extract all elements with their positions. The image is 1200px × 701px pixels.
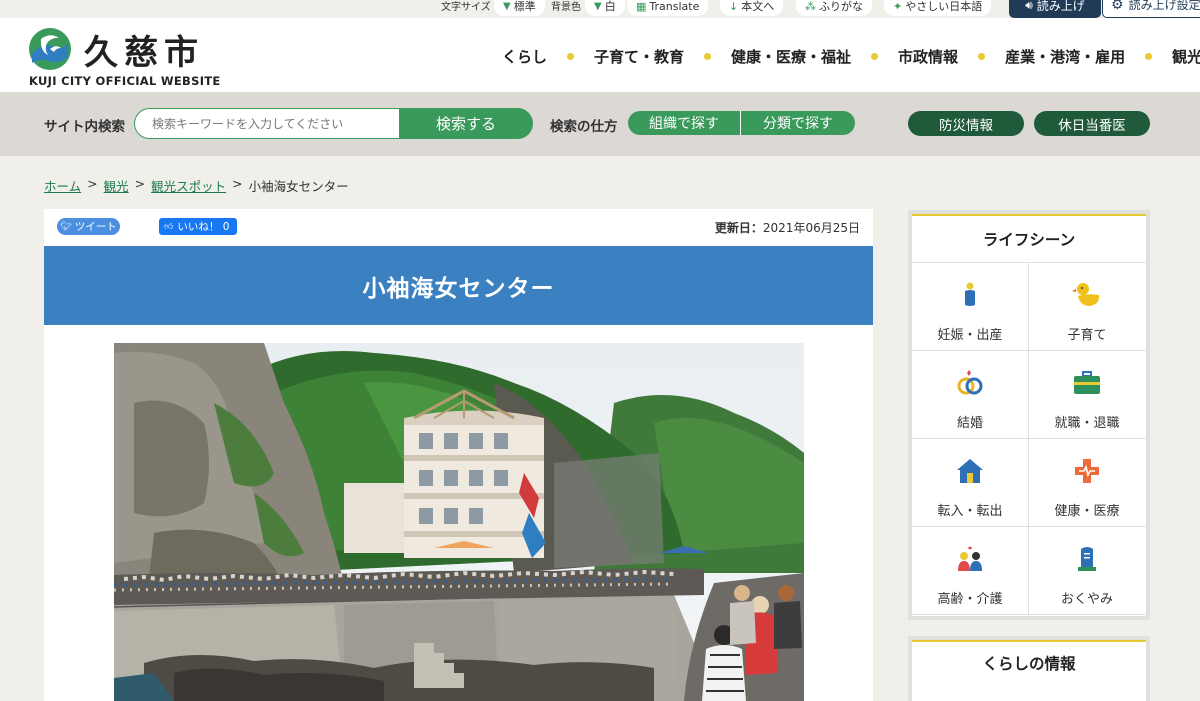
page-title: 小袖海女センター bbox=[362, 275, 555, 302]
nav-separator-dot bbox=[871, 52, 879, 60]
life-scene-label: 結婚 bbox=[956, 416, 983, 431]
search-button[interactable]: 検索する bbox=[399, 108, 533, 139]
speaker-icon: 🔊︎ bbox=[1025, 0, 1033, 12]
site-logo[interactable]: 久慈市 KUJI CITY OFFICIAL WEBSITE bbox=[28, 27, 220, 88]
read-aloud-button[interactable]: 🔊︎ 読み上げ bbox=[1009, 0, 1101, 18]
bg-color-white-button[interactable]: ▼ 白 bbox=[585, 0, 625, 16]
article: 🐦︎ ツイート 👍︎ いいね！ 0 更新日：2021年06月25日 小袖海女セン… bbox=[44, 209, 873, 701]
nav-health-welfare[interactable]: 健康・医療・福祉 bbox=[731, 46, 851, 67]
updated-date: 更新日：2021年06月25日 bbox=[715, 219, 860, 236]
life-scene-label: 健康・医療 bbox=[1054, 504, 1120, 519]
nav-living[interactable]: くらし bbox=[502, 46, 547, 67]
life-scene-label: 妊娠・出産 bbox=[937, 328, 1003, 343]
life-scene-elderly[interactable]: 高齢・介護 bbox=[912, 527, 1029, 615]
life-scene-marriage[interactable]: 結婚 bbox=[912, 351, 1029, 439]
nav-separator-dot bbox=[567, 52, 575, 60]
search-by-category-button[interactable]: 分類で探す bbox=[741, 111, 855, 135]
breadcrumb: ホーム > 観光 > 観光スポット > 小袖海女センター bbox=[44, 176, 349, 195]
life-scene-label: 転入・転出 bbox=[937, 504, 1003, 519]
nav-separator-dot bbox=[1145, 52, 1153, 60]
font-size-label: 文字サイズ bbox=[441, 1, 491, 13]
life-scene-health[interactable]: 健康・医療 bbox=[1029, 439, 1146, 527]
life-scene-label: おくやみ bbox=[1060, 592, 1113, 607]
life-scene-childcare[interactable]: 子育て bbox=[1029, 263, 1146, 351]
breadcrumb-spots[interactable]: 観光スポット bbox=[151, 176, 226, 195]
life-scene-grid: 妊娠・出産 子育て 結婚 就職・退職 転入・転出 健康・医療 高齢・介護 おくや… bbox=[912, 263, 1146, 616]
nav-tourism[interactable]: 観光 bbox=[1172, 46, 1200, 67]
thumbs-up-icon: 👍︎ bbox=[164, 221, 174, 232]
life-scene-label: 就職・退職 bbox=[1054, 416, 1120, 431]
life-info-panel: くらしの情報 bbox=[908, 636, 1150, 701]
breadcrumb-tourism[interactable]: 観光 bbox=[104, 176, 129, 195]
read-settings-button[interactable]: ⚙ 読み上げ設定 bbox=[1102, 0, 1200, 18]
duck-icon bbox=[1072, 283, 1100, 306]
rings-icon bbox=[957, 370, 983, 395]
jump-to-main-link[interactable]: ↓ 本文へ bbox=[720, 0, 784, 16]
briefcase-icon bbox=[1074, 371, 1100, 394]
font-size-control: 文字サイズ bbox=[441, 0, 491, 16]
life-scene-panel: ライフシーン 妊娠・出産 子育て 結婚 就職・退職 転入・転出 健康・医療 高齢… bbox=[908, 210, 1150, 620]
life-scene-card: ライフシーン 妊娠・出産 子育て 結婚 就職・退職 転入・転出 健康・医療 高齢… bbox=[912, 214, 1146, 616]
search-input[interactable]: 検索キーワードを入力してください bbox=[134, 108, 400, 139]
breadcrumb-separator: > bbox=[87, 176, 98, 191]
search-bar: サイト内検索 検索キーワードを入力してください 検索する 検索の仕方 組織で探す… bbox=[0, 92, 1200, 156]
site-subtitle: KUJI CITY OFFICIAL WEBSITE bbox=[29, 74, 221, 88]
nav-childcare-education[interactable]: 子育て・教育 bbox=[594, 46, 684, 67]
global-nav: くらし 子育て・教育 健康・医療・福祉 市政情報 産業・港湾・雇用 観光 bbox=[502, 45, 1200, 67]
site-search-label: サイト内検索 bbox=[44, 119, 125, 135]
nav-city-info[interactable]: 市政情報 bbox=[898, 46, 958, 67]
furigana-icon: ⁂ bbox=[805, 0, 816, 13]
twitter-bird-icon: 🐦︎ bbox=[60, 221, 72, 232]
breadcrumb-current: 小袖海女センター bbox=[248, 179, 349, 194]
life-scene-pregnancy[interactable]: 妊娠・出産 bbox=[912, 263, 1029, 351]
life-scene-label: 子育て bbox=[1067, 328, 1107, 343]
pregnancy-icon bbox=[965, 282, 975, 306]
life-scene-employment[interactable]: 就職・退職 bbox=[1029, 351, 1146, 439]
search-method-label: 検索の仕方 bbox=[550, 119, 618, 135]
updated-label: 更新日： bbox=[714, 221, 763, 235]
caret-down-icon: ▼ bbox=[594, 0, 602, 12]
search-method-group: 組織で探す 分類で探す bbox=[628, 111, 855, 135]
easy-japanese-button[interactable]: ✦ やさしい日本語 bbox=[884, 0, 992, 16]
translate-icon: ▦ bbox=[636, 0, 647, 13]
facebook-like-button[interactable]: 👍︎ いいね！ 0 bbox=[159, 218, 237, 235]
breadcrumb-separator: > bbox=[134, 176, 146, 191]
life-info-title: くらしの情報 bbox=[982, 655, 1076, 673]
holiday-doctor-button[interactable]: 休日当番医 bbox=[1034, 111, 1150, 136]
updated-value: 2021年06月25日 bbox=[762, 221, 860, 235]
life-scene-label: 高齢・介護 bbox=[937, 592, 1003, 607]
site-name: 久慈市 bbox=[84, 33, 204, 73]
kosode-ama-center-photo bbox=[114, 343, 804, 701]
arrow-down-icon: ↓ bbox=[729, 0, 739, 13]
search-by-org-button[interactable]: 組織で探す bbox=[628, 111, 741, 135]
elderly-icon bbox=[958, 546, 982, 571]
site-header: 久慈市 KUJI CITY OFFICIAL WEBSITE くらし 子育て・教… bbox=[0, 18, 1200, 92]
medical-cross-icon bbox=[1075, 459, 1099, 483]
furigana-button[interactable]: ⁂ ふりがな bbox=[796, 0, 872, 16]
house-icon bbox=[957, 459, 983, 483]
life-info-card: くらしの情報 bbox=[912, 640, 1146, 701]
breadcrumb-home[interactable]: ホーム bbox=[44, 176, 81, 195]
disaster-info-button[interactable]: 防災情報 bbox=[908, 111, 1024, 136]
breadcrumb-separator: > bbox=[232, 176, 243, 191]
nav-separator-dot bbox=[978, 52, 986, 60]
translate-button[interactable]: ▦ Translate bbox=[627, 0, 709, 16]
bg-color-label: 背景色 bbox=[551, 1, 581, 13]
bg-color-control: 背景色 bbox=[551, 0, 581, 16]
life-scene-title: ライフシーン bbox=[912, 216, 1146, 263]
page-title-band: 小袖海女センター bbox=[44, 246, 873, 325]
nav-separator-dot bbox=[704, 52, 712, 60]
nav-industry[interactable]: 産業・港湾・雇用 bbox=[1005, 46, 1125, 67]
caret-down-icon: ▼ bbox=[503, 0, 511, 12]
gravestone-icon bbox=[1078, 547, 1096, 571]
person-icon: ✦ bbox=[893, 0, 903, 13]
kuji-logo-icon bbox=[29, 28, 71, 70]
life-scene-moving[interactable]: 転入・転出 bbox=[912, 439, 1029, 527]
gear-icon: ⚙ bbox=[1111, 0, 1124, 13]
utility-bar: 文字サイズ ▼ 標準 背景色 ▼ 白 ▦ Translate ↓ 本文へ ⁂ ふ… bbox=[0, 0, 1200, 18]
life-scene-bereavement[interactable]: おくやみ bbox=[1029, 527, 1146, 615]
font-size-standard-button[interactable]: ▼ 標準 bbox=[494, 0, 545, 16]
tweet-button[interactable]: 🐦︎ ツイート bbox=[57, 218, 120, 235]
